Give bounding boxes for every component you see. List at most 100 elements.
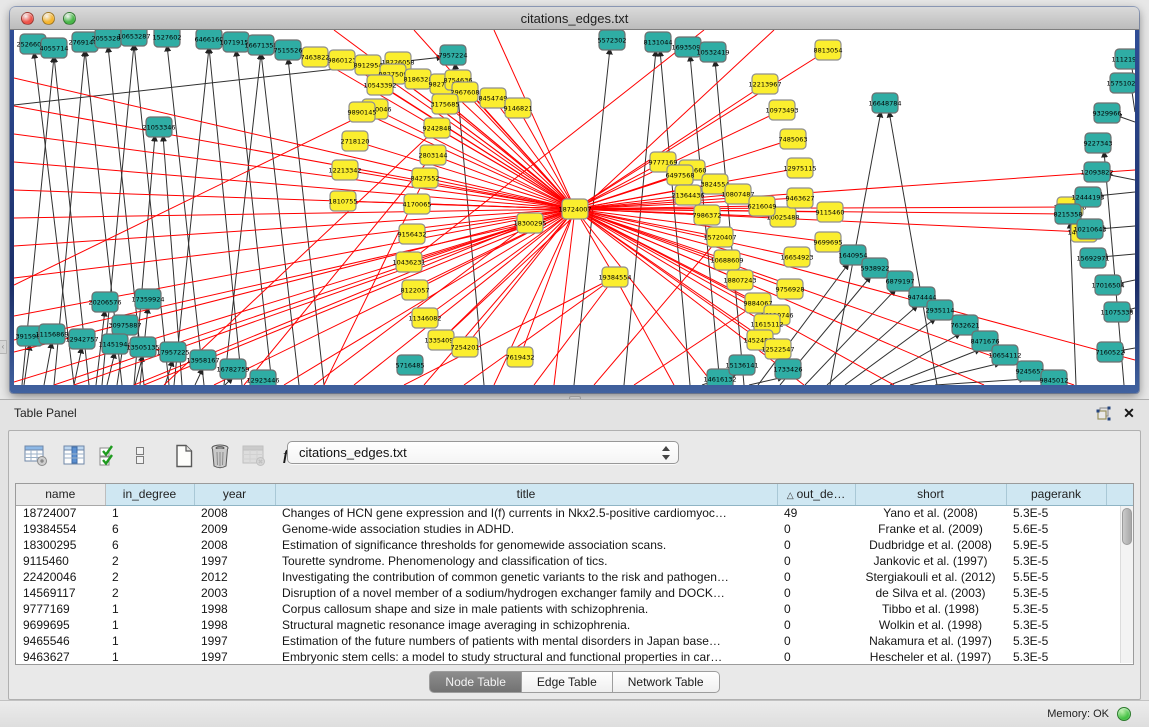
cell-in_degree[interactable]: 1 — [105, 649, 194, 665]
cell-name[interactable]: 18724007 — [16, 505, 105, 521]
cell-in_degree[interactable]: 1 — [105, 601, 194, 617]
table-row[interactable]: 946554611997Estimation of the future num… — [16, 633, 1133, 649]
tab-network-table[interactable]: Network Table — [613, 671, 720, 693]
cell-pagerank[interactable]: 5.3E-5 — [1006, 649, 1106, 665]
cell-in_degree[interactable]: 2 — [105, 585, 194, 601]
hidden-panel-grip[interactable]: ‹ — [0, 340, 7, 354]
cell-pagerank[interactable]: 5.3E-5 — [1006, 633, 1106, 649]
cell-name[interactable]: 9699695 — [16, 617, 105, 633]
cell-year[interactable]: 1997 — [194, 553, 275, 569]
cell-title[interactable]: Corpus callosum shape and size in male p… — [275, 601, 777, 617]
cell-title[interactable]: Changes of HCN gene expression and I(f) … — [275, 505, 777, 521]
cell-year[interactable]: 2012 — [194, 569, 275, 585]
column-header-in_degree[interactable]: in_degree — [105, 484, 194, 505]
table-row[interactable]: 1872400712008Changes of HCN gene express… — [16, 505, 1133, 521]
tab-edge-table[interactable]: Edge Table — [522, 671, 613, 693]
cell-name[interactable]: 9115460 — [16, 553, 105, 569]
table-row[interactable]: 1830029562008Estimation of significance … — [16, 537, 1133, 553]
cell-pagerank[interactable]: 5.5E-5 — [1006, 569, 1106, 585]
new-column-button[interactable] — [169, 440, 199, 472]
cell-pagerank[interactable]: 5.3E-5 — [1006, 617, 1106, 633]
tab-node-table[interactable]: Node Table — [429, 671, 522, 693]
cell-pagerank[interactable]: 5.3E-5 — [1006, 505, 1106, 521]
cell-title[interactable]: Investigating the contribution of common… — [275, 569, 777, 585]
cell-year[interactable]: 1998 — [194, 601, 275, 617]
delete-table-button[interactable] — [239, 440, 269, 472]
network-canvas[interactable]: 1872400798601238912954182260589827509105… — [14, 30, 1135, 385]
cell-in_degree[interactable]: 2 — [105, 569, 194, 585]
cell-name[interactable]: 9465546 — [16, 633, 105, 649]
cell-short[interactable]: Hescheler et al. (1997) — [855, 649, 1006, 665]
table-row[interactable]: 946362711997Embryonic stem cells: a mode… — [16, 649, 1133, 665]
cell-pagerank[interactable]: 5.6E-5 — [1006, 521, 1106, 537]
cell-in_degree[interactable]: 1 — [105, 505, 194, 521]
cell-name[interactable]: 9463627 — [16, 649, 105, 665]
column-header-year[interactable]: year — [194, 484, 275, 505]
cell-out_degree[interactable]: 0 — [777, 649, 855, 665]
table-row[interactable]: 1938455462009Genome-wide association stu… — [16, 521, 1133, 537]
table-row[interactable]: 911546021997Tourette syndrome. Phenomeno… — [16, 553, 1133, 569]
column-header-title[interactable]: title — [275, 484, 777, 505]
float-panel-button[interactable] — [1095, 405, 1111, 421]
column-header-pagerank[interactable]: pagerank — [1006, 484, 1106, 505]
cell-pagerank[interactable]: 5.9E-5 — [1006, 537, 1106, 553]
delete-column-button[interactable] — [205, 440, 235, 472]
cell-year[interactable]: 1998 — [194, 617, 275, 633]
cell-short[interactable]: Dudbridge et al. (2008) — [855, 537, 1006, 553]
cell-out_degree[interactable]: 0 — [777, 585, 855, 601]
cell-short[interactable]: Franke et al. (2009) — [855, 521, 1006, 537]
cell-out_degree[interactable]: 0 — [777, 569, 855, 585]
cell-in_degree[interactable]: 6 — [105, 521, 194, 537]
cell-out_degree[interactable]: 0 — [777, 521, 855, 537]
cell-out_degree[interactable]: 0 — [777, 601, 855, 617]
cell-pagerank[interactable]: 5.3E-5 — [1006, 601, 1106, 617]
cell-out_degree[interactable]: 49 — [777, 505, 855, 521]
table-scrollbar[interactable] — [1120, 506, 1133, 663]
table-row[interactable]: 977716911998Corpus callosum shape and si… — [16, 601, 1133, 617]
close-panel-button[interactable]: ✕ — [1121, 405, 1137, 421]
table-selector[interactable]: citations_edges.txt — [287, 441, 679, 464]
cell-pagerank[interactable]: 5.3E-5 — [1006, 553, 1106, 569]
cell-year[interactable]: 1997 — [194, 633, 275, 649]
cell-short[interactable]: Nakamura et al. (1997) — [855, 633, 1006, 649]
cell-out_degree[interactable]: 0 — [777, 633, 855, 649]
cell-title[interactable]: Estimation of the future numbers of pati… — [275, 633, 777, 649]
cell-short[interactable]: Wolkin et al. (1998) — [855, 617, 1006, 633]
table-row[interactable]: 2242004622012Investigating the contribut… — [16, 569, 1133, 585]
table-row[interactable]: 969969511998Structural magnetic resonanc… — [16, 617, 1133, 633]
column-header-name[interactable]: name — [16, 484, 105, 505]
rows-stack-button[interactable] — [125, 440, 155, 472]
cell-title[interactable]: Tourette syndrome. Phenomenology and cla… — [275, 553, 777, 569]
cell-year[interactable]: 2003 — [194, 585, 275, 601]
table-row[interactable]: 1456911722003Disruption of a novel membe… — [16, 585, 1133, 601]
cell-out_degree[interactable]: 0 — [777, 617, 855, 633]
cell-short[interactable]: Stergiakouli et al. (2012) — [855, 569, 1006, 585]
memory-led[interactable] — [1117, 707, 1131, 721]
cell-title[interactable]: Estimation of significance thresholds fo… — [275, 537, 777, 553]
cell-name[interactable]: 19384554 — [16, 521, 105, 537]
cell-year[interactable]: 2009 — [194, 521, 275, 537]
column-header-out_degree[interactable]: out_de… — [777, 484, 855, 505]
cell-year[interactable]: 2008 — [194, 537, 275, 553]
cell-year[interactable]: 2008 — [194, 505, 275, 521]
cell-in_degree[interactable]: 1 — [105, 633, 194, 649]
select-all-button[interactable] — [93, 440, 123, 472]
cell-short[interactable]: Yano et al. (2008) — [855, 505, 1006, 521]
window-titlebar[interactable]: citations_edges.txt — [10, 7, 1139, 30]
table-scrollbar-thumb[interactable] — [1122, 508, 1132, 545]
cell-in_degree[interactable]: 2 — [105, 553, 194, 569]
cell-in_degree[interactable]: 6 — [105, 537, 194, 553]
cell-title[interactable]: Embryonic stem cells: a model to study s… — [275, 649, 777, 665]
cell-year[interactable]: 1997 — [194, 649, 275, 665]
cell-short[interactable]: Tibbo et al. (1998) — [855, 601, 1006, 617]
cell-title[interactable]: Disruption of a novel member of a sodium… — [275, 585, 777, 601]
column-visibility-button[interactable] — [59, 440, 89, 472]
column-header-short[interactable]: short — [855, 484, 1006, 505]
cell-pagerank[interactable]: 5.3E-5 — [1006, 585, 1106, 601]
cell-name[interactable]: 22420046 — [16, 569, 105, 585]
cell-out_degree[interactable]: 0 — [777, 553, 855, 569]
cell-short[interactable]: Jankovic et al. (1997) — [855, 553, 1006, 569]
cell-short[interactable]: de Silva et al. (2003) — [855, 585, 1006, 601]
table-mode-button[interactable] — [21, 440, 51, 472]
cell-out_degree[interactable]: 0 — [777, 537, 855, 553]
